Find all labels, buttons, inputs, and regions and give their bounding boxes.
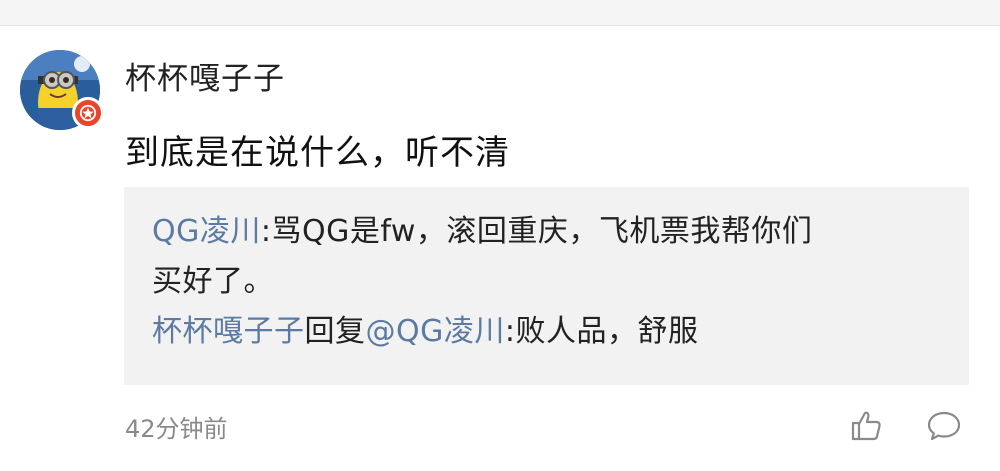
comment-bubble-icon [927,411,961,441]
quote-line-2: 买好了。 [152,257,941,307]
quoted-reply-box[interactable]: QG凌川:骂QG是fw，滚回重庆，飞机票我帮你们 买好了。 杯杯嘎子子回复@QG… [124,187,969,385]
reply-user-link[interactable]: 杯杯嘎子子 [152,314,305,349]
comment-text: 到底是在说什么，听不清 [125,133,510,173]
timestamp: 42分钟前 [125,415,228,443]
reply-text: :败人品，舒服 [504,314,699,349]
thumbs-up-icon [851,411,881,441]
reply-target-link[interactable]: @QG凌川 [366,314,505,349]
quote-text-continued: 买好了。 [152,264,274,299]
quote-text: :骂QG是fw，滚回重庆，飞机票我帮你们 [260,214,813,249]
reply-word: 回复 [304,314,366,349]
verified-star-badge-icon [72,97,104,129]
reply-button[interactable] [922,404,966,448]
quote-user-link[interactable]: QG凌川 [152,214,261,249]
top-divider [0,0,1000,26]
comment-item: 杯杯嘎子子 到底是在说什么，听不清 QG凌川:骂QG是fw，滚回重庆，飞机票我帮… [0,26,1000,471]
comment-username[interactable]: 杯杯嘎子子 [125,59,285,99]
quote-line-1: QG凌川:骂QG是fw，滚回重庆，飞机票我帮你们 [152,207,941,257]
comment-footer: 42分钟前 [0,404,1000,454]
like-button[interactable] [846,404,886,448]
reply-line: 杯杯嘎子子回复@QG凌川:败人品，舒服 [152,307,941,357]
